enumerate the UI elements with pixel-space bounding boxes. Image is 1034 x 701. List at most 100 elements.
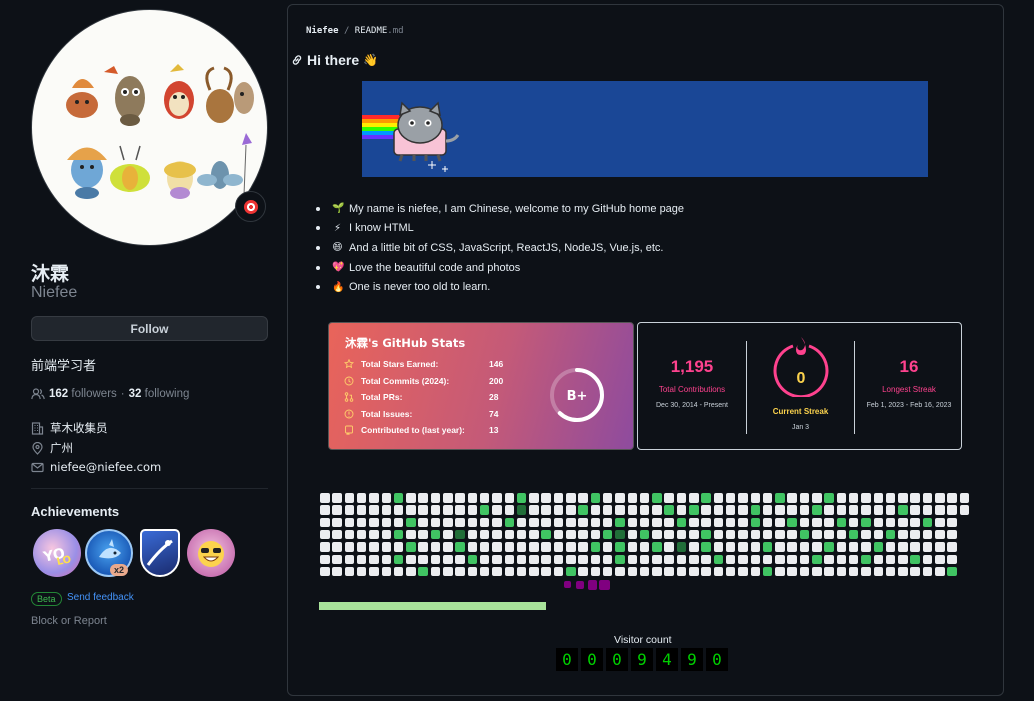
contribution-cell: [627, 566, 637, 577]
contribution-cell: [332, 517, 342, 528]
contribution-cell: [701, 517, 711, 528]
contribution-cell: [824, 542, 834, 552]
contribution-cell: [812, 566, 822, 577]
contribution-cell: [602, 566, 613, 577]
contribution-cell: [812, 554, 822, 564]
contribution-cell: [861, 517, 871, 528]
contribution-cell: [885, 529, 896, 540]
contribution-cell: [639, 542, 650, 552]
streak-stats-card[interactable]: 1,195 Total Contributions Dec 30, 2014 -…: [637, 322, 962, 450]
contribution-cell: [664, 554, 674, 564]
contribution-cell: [639, 505, 650, 515]
current-streak-value: 0: [797, 370, 806, 387]
contribution-cell: [775, 542, 785, 552]
contribution-cell: [713, 529, 724, 540]
achievement-quickdraw-badge[interactable]: [187, 529, 235, 577]
contribution-cell: [443, 529, 453, 540]
contribution-cell: [406, 529, 416, 540]
contribution-cell: [443, 505, 453, 515]
counter-digit: 9: [681, 648, 703, 671]
github-stats-card[interactable]: 沐霖's GitHub Stats Total Stars Earned: 146…: [328, 322, 634, 450]
total-contributions-range: Dec 30, 2014 - Present: [656, 402, 728, 409]
contribution-cell: [504, 566, 514, 577]
organization-text: 草木收集员: [50, 421, 108, 435]
contribution-cell: [725, 554, 736, 564]
wave-icon: 👋: [363, 53, 379, 67]
issue-icon: [344, 409, 354, 418]
contribution-cell: [861, 554, 871, 564]
contribution-cell: [479, 542, 490, 552]
readme-owner-link[interactable]: Niefee: [306, 26, 339, 36]
email-link[interactable]: niefee@niefee.com: [50, 460, 161, 474]
contribution-cell: [873, 566, 883, 577]
contribution-cell: [959, 505, 970, 515]
status-emoji-button[interactable]: [235, 191, 266, 222]
list-item: 🔥 One is never too old to learn.: [316, 277, 684, 297]
contribution-cell: [750, 493, 760, 503]
contribution-cell: [799, 505, 810, 515]
avatar[interactable]: [31, 9, 268, 246]
block-or-report-link[interactable]: Block or Report: [31, 615, 107, 627]
contribution-cell: [898, 554, 908, 564]
contribution-cell: [689, 517, 699, 528]
current-streak-column: 0 Current Streak Jan 3: [747, 323, 854, 451]
contribution-cell: [935, 517, 945, 528]
stat-row-stars: Total Stars Earned: 146: [344, 359, 503, 369]
send-feedback-link[interactable]: Send feedback: [67, 592, 134, 603]
contribution-cell: [320, 529, 330, 540]
contribution-cell: [479, 529, 490, 540]
stat-row-issues: Total Issues: 74: [344, 409, 498, 419]
contribution-cell: [406, 493, 416, 503]
svg-text:LO: LO: [56, 554, 73, 568]
contribution-cell: [762, 554, 773, 564]
contribution-cell: [320, 505, 330, 515]
stat-row-commits: Total Commits (2024): 200: [344, 376, 503, 386]
contribution-cell: [369, 517, 379, 528]
contribution-cell: [455, 554, 465, 564]
contribution-cell: [430, 542, 441, 552]
stat-row-prs: Total PRs: 28: [344, 392, 498, 402]
following-link[interactable]: 32 following: [129, 388, 190, 400]
readme-file-link[interactable]: README: [355, 26, 388, 36]
location-icon: [32, 441, 43, 455]
contribution-cell: [381, 566, 391, 577]
contribution-cell: [812, 529, 822, 540]
snake-segment: [587, 580, 598, 590]
contribution-cell: [910, 505, 920, 515]
achievement-yolo-badge[interactable]: YO LO: [33, 529, 81, 577]
contribution-cell: [775, 529, 785, 540]
link-icon[interactable]: [291, 54, 303, 66]
contribution-cell: [430, 493, 441, 503]
contribution-cell: [418, 493, 428, 503]
contribution-cell: [738, 505, 748, 515]
contribution-cell: [356, 505, 367, 515]
contribution-cell: [344, 505, 355, 515]
sparkling-heart-icon: 💖: [332, 262, 345, 274]
contribution-cell: [566, 505, 576, 515]
snake-segment: [575, 580, 585, 589]
contribution-cell: [935, 529, 945, 540]
visitor-counter: 0009490: [556, 648, 728, 671]
contribution-cell: [947, 566, 957, 577]
follow-button[interactable]: Follow: [31, 316, 268, 341]
stat-value: 200: [489, 375, 504, 386]
contribution-cell: [725, 517, 736, 528]
contribution-cell: [750, 517, 760, 528]
contribution-cell: [418, 554, 428, 564]
followers-link[interactable]: 162 followers: [49, 388, 117, 400]
contribution-cell: [750, 566, 760, 577]
people-icon: [31, 388, 45, 400]
contribution-cell: [873, 529, 883, 540]
contribution-cell: [812, 542, 822, 552]
contribution-cell: [898, 505, 908, 515]
contribution-cell: [738, 566, 748, 577]
contribution-cell: [332, 566, 342, 577]
contribution-cell: [787, 517, 797, 528]
contribution-cell: [590, 517, 601, 528]
contribution-cell: [553, 493, 564, 503]
contribution-cell: [713, 493, 724, 503]
contribution-cell: [418, 542, 428, 552]
contribution-cell: [479, 493, 490, 503]
achievement-arctic-badge[interactable]: [140, 529, 180, 577]
achievements-title: Achievements: [31, 504, 120, 519]
